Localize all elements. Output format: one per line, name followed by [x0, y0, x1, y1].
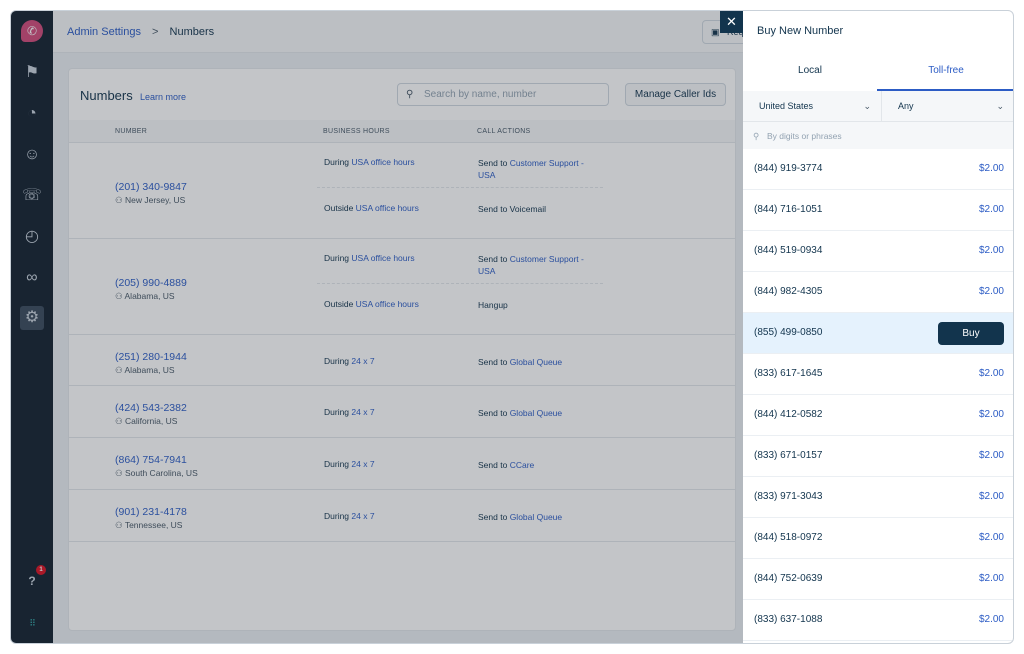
- number-list-item[interactable]: (833) 637-1088 $2.00: [743, 600, 1013, 641]
- available-number: (844) 412-0582: [754, 409, 823, 420]
- available-number: (844) 518-0972: [754, 532, 823, 543]
- available-number: (833) 971-3043: [754, 491, 823, 502]
- country-select[interactable]: United States ⌄: [743, 91, 882, 121]
- number-list-item[interactable]: (844) 519-0934 $2.00: [743, 231, 1013, 272]
- number-list-item[interactable]: (844) 412-0582 $2.00: [743, 395, 1013, 436]
- search-icon: ⚲: [753, 131, 760, 141]
- digits-search-placeholder: By digits or phrases: [767, 131, 842, 141]
- number-price: $2.00: [978, 368, 1004, 379]
- available-number: (833) 617-1645: [754, 368, 823, 379]
- number-price: $2.00: [978, 450, 1004, 461]
- chevron-down-icon: ⌄: [863, 101, 871, 111]
- available-number: (855) 499-0850: [754, 327, 823, 338]
- number-list-item[interactable]: (844) 919-3774 $2.00: [743, 149, 1013, 190]
- number-list-item[interactable]: (855) 499-0850 Buy: [743, 313, 1013, 354]
- available-number: (833) 671-0157: [754, 450, 823, 461]
- number-price: $2.00: [978, 245, 1004, 256]
- buy-button[interactable]: Buy: [938, 322, 1004, 345]
- number-list-item[interactable]: (833) 971-3043 $2.00: [743, 477, 1013, 518]
- number-price: $2.00: [978, 204, 1004, 215]
- chevron-down-icon: ⌄: [996, 101, 1004, 111]
- number-price: $2.00: [978, 614, 1004, 625]
- number-price: $2.00: [978, 532, 1004, 543]
- available-number: (844) 519-0934: [754, 245, 823, 256]
- number-price: $2.00: [978, 409, 1004, 420]
- number-list-item[interactable]: (833) 617-1645 $2.00: [743, 354, 1013, 395]
- panel-title: Buy New Number: [757, 25, 844, 37]
- buy-number-panel: Buy New Number Local Toll-free United St…: [743, 11, 1013, 643]
- number-price: $2.00: [978, 163, 1004, 174]
- tab-local[interactable]: Local: [743, 53, 877, 91]
- app-window: ✆ ⚑ ◔ ☺ ☏ ◴ ∞ ⚙ ? 1 ⠿ Admin Settings > Nu…: [10, 10, 1014, 644]
- available-number: (844) 919-3774: [754, 163, 823, 174]
- number-list-item[interactable]: (844) 518-0972 $2.00: [743, 518, 1013, 559]
- number-list-item[interactable]: (844) 982-4305 $2.00: [743, 272, 1013, 313]
- available-number: (844) 716-1051: [754, 204, 823, 215]
- digits-search-input[interactable]: ⚲ By digits or phrases: [743, 121, 1013, 149]
- number-price: $2.00: [978, 491, 1004, 502]
- available-number: (844) 982-4305: [754, 286, 823, 297]
- tab-toll-free[interactable]: Toll-free: [877, 53, 1013, 91]
- country-value: United States: [759, 101, 814, 111]
- available-number: (844) 752-0639: [754, 573, 823, 584]
- type-value: Any: [898, 101, 914, 111]
- type-select[interactable]: Any ⌄: [882, 91, 1013, 121]
- number-list-item[interactable]: (844) 716-1051 $2.00: [743, 190, 1013, 231]
- number-list-item[interactable]: (833) 671-0157 $2.00: [743, 436, 1013, 477]
- number-price: $2.00: [978, 573, 1004, 584]
- number-price: $2.00: [978, 286, 1004, 297]
- close-panel-button[interactable]: ✕: [720, 11, 743, 33]
- available-number: (833) 637-1088: [754, 614, 823, 625]
- number-list-item[interactable]: (844) 752-0639 $2.00: [743, 559, 1013, 600]
